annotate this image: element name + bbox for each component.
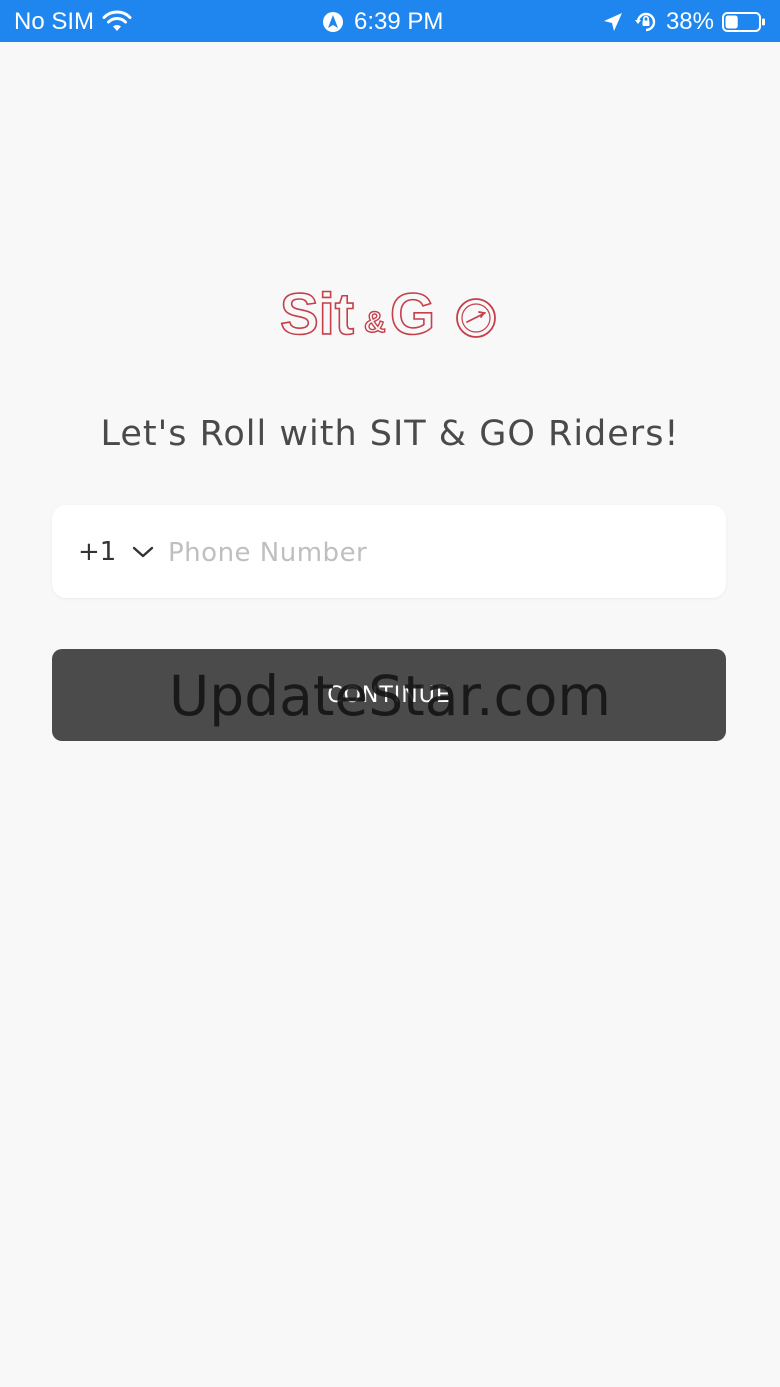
battery-icon [722,11,766,33]
chevron-down-icon [132,545,154,559]
status-center: 6:39 PM [322,8,443,36]
phone-number-input[interactable] [166,505,710,600]
svg-text:&: & [364,306,386,339]
country-code-label: +1 [78,536,117,567]
sitgo-logo: Sit & G [279,281,500,348]
clock: 6:39 PM [354,8,444,35]
status-right: 38% [602,8,766,36]
status-bar: No SIM 6:39 PM 38% [0,0,780,42]
battery-fill [725,15,738,29]
location-arrow-icon [602,11,624,33]
navigation-app-icon [322,11,344,33]
carrier-label: No SIM [14,8,95,35]
battery-percent: 38% [665,8,714,35]
svg-text:G: G [390,282,435,340]
rotation-lock-icon [634,10,658,34]
country-code-selector[interactable]: +1 [78,505,154,598]
wifi-icon [102,10,132,34]
svg-text:Sit: Sit [280,282,354,340]
status-left: No SIM [14,8,132,36]
headline: Let's Roll with SIT & GO Riders! [100,414,680,454]
continue-button[interactable]: CONTINUE [52,649,726,741]
phone-input-card: +1 [52,505,726,600]
